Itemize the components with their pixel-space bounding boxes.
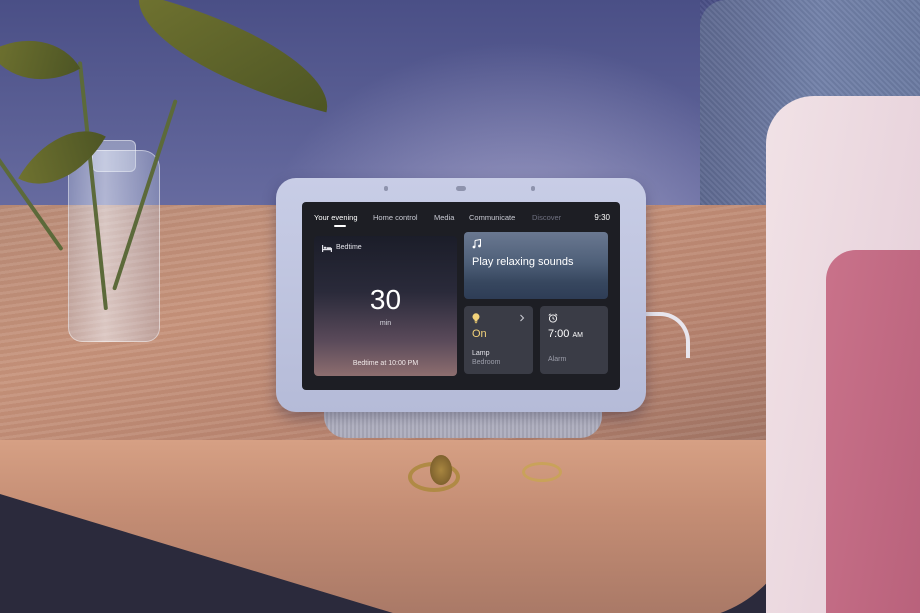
gold-band-ring [522,462,562,482]
relaxing-sounds-card[interactable]: Play relaxing sounds [464,232,608,299]
bedtime-time: Bedtime at 10:00 PM [352,360,419,367]
sensor-dot [531,186,535,191]
alarm-ampm: AM [572,332,583,339]
lightbulb-icon [472,313,480,324]
active-tab-indicator [334,225,346,227]
lamp-name: Lamp [472,350,490,357]
bed-icon [322,245,332,252]
relaxing-sounds-title: Play relaxing sounds [472,256,574,268]
tab-discover[interactable]: Discover [532,213,561,222]
alarm-label: Alarm [548,356,567,363]
tab-your-evening[interactable]: Your evening [314,213,358,222]
display-screen: Your evening Home control Media Communic… [302,202,620,390]
alarm-time-value: 7:00 [548,328,570,340]
glass-vase [68,150,160,342]
bedtime-card[interactable]: Bedtime 30 min Bedtime at 10:00 PM [314,236,457,376]
clock: 9:30 [594,213,610,222]
lamp-card[interactable]: On Lamp Bedroom [464,306,533,374]
pink-pillow [826,250,920,613]
light-sensor [456,186,466,191]
tab-communicate[interactable]: Communicate [469,213,515,222]
alarm-card[interactable]: 7:00 AM Alarm [540,306,608,374]
sensor-dot [384,186,388,191]
signet-ring-face [430,455,452,485]
chevron-right-icon[interactable] [519,314,525,322]
bedtime-countdown: 30 [369,284,402,315]
alarm-time: 7:00 AM [548,328,583,340]
tab-media[interactable]: Media [434,213,454,222]
music-note-icon [472,239,481,249]
alarm-clock-icon [548,313,558,323]
smart-display: Your evening Home control Media Communic… [276,178,646,412]
tab-home-control[interactable]: Home control [373,213,418,222]
bedtime-unit: min [379,320,392,327]
bedtime-title: Bedtime [336,244,362,251]
lamp-room: Bedroom [472,359,501,366]
lamp-state: On [472,328,487,340]
top-tabs: Your evening Home control Media Communic… [314,213,610,227]
